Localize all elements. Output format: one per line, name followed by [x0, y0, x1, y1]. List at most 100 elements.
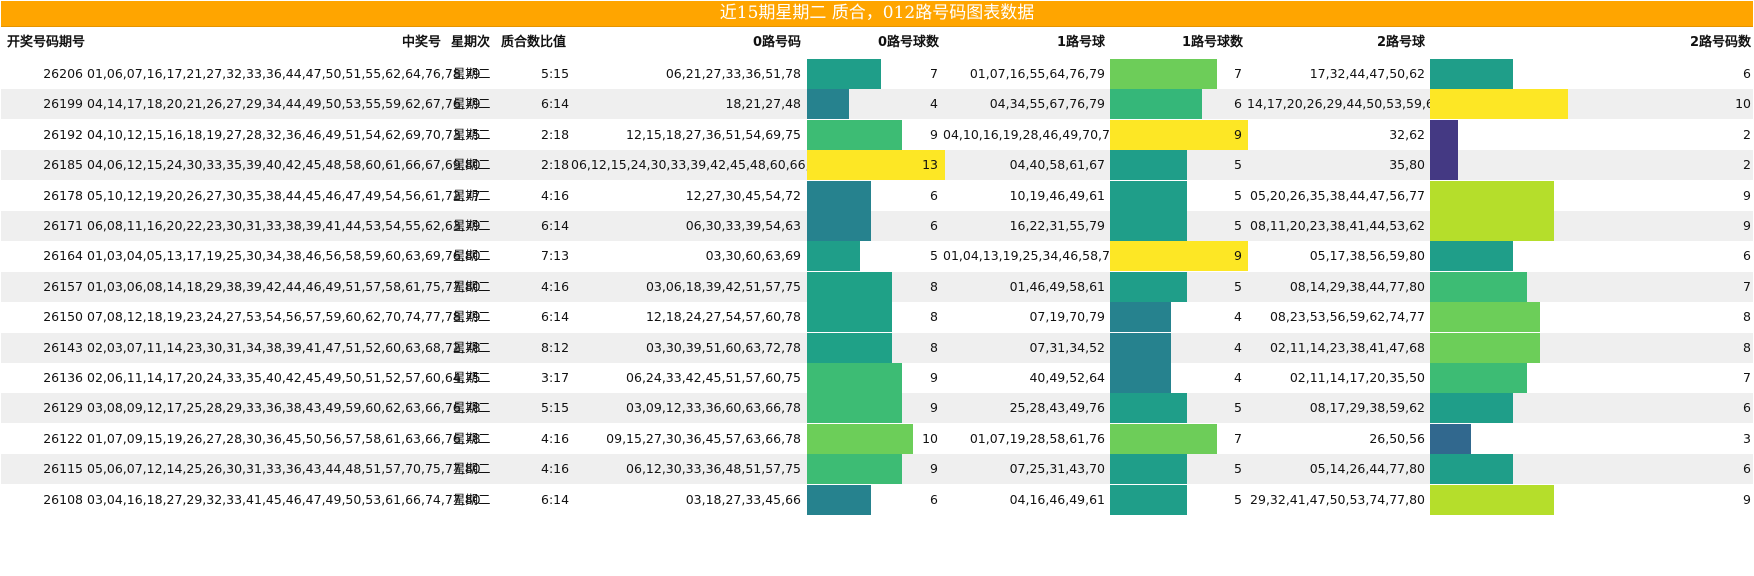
period-cell: 26136: [43, 370, 83, 385]
road2-numbers-cell: 02,11,14,23,38,41,47,68: [1269, 339, 1425, 355]
road1-numbers-cell: 07,25,31,43,70: [1009, 461, 1105, 477]
road2-count-value: 8: [1743, 339, 1751, 355]
table-row: 26192 04,10,12,15,16,18,19,27,28,32,36,46…: [1, 119, 1753, 150]
weekday-cell: 星期二: [453, 187, 491, 203]
road1-count-value: 9: [1234, 248, 1242, 264]
road0-count-value: 8: [930, 309, 938, 325]
weekday-cell: 星期二: [453, 491, 491, 507]
road2-numbers-cell: 05,20,26,35,38,44,47,56,77: [1250, 187, 1425, 203]
road0-numbers-cell: 03,06,18,39,42,51,57,75: [645, 278, 801, 294]
road0-count-value: 4: [930, 96, 938, 112]
road2-numbers-cell: 02,11,14,17,20,35,50: [1289, 370, 1425, 385]
road2-numbers-cell: 26,50,56: [1369, 430, 1425, 446]
weekday-cell: 星期二: [453, 339, 491, 355]
road1-numbers-cell: 04,16,46,49,61: [1009, 491, 1105, 507]
road0-numbers-cell: 18,21,27,48: [725, 96, 801, 112]
table-row: 26150 07,08,12,18,19,23,24,27,53,54,56,57…: [1, 302, 1753, 333]
road0-numbers-cell: 06,30,33,39,54,63: [685, 218, 801, 233]
road0-count-value: 6: [930, 187, 938, 203]
road1-numbers-cell: 01,46,49,58,61: [1009, 278, 1105, 294]
weekday-cell: 星期二: [453, 430, 491, 446]
road2-count-value: 9: [1743, 187, 1751, 203]
header-road1-count: 1路号球数: [1181, 35, 1243, 50]
ratio-cell: 2:18: [541, 126, 570, 142]
road0-numbers-cell: 12,27,30,45,54,72: [685, 187, 801, 203]
road1-numbers-cell: 10,19,46,49,61: [1009, 187, 1105, 203]
period-cell: 26150: [43, 309, 83, 325]
road2-count-value: 6: [1743, 400, 1751, 416]
header-ratio: 质合数比值: [501, 35, 567, 50]
numbers-cell: 06,08,11,16,20,22,23,30,31,33,38,39,41,4…: [87, 218, 481, 233]
road2-count-value: 9: [1743, 491, 1751, 507]
road1-numbers-cell: 01,04,13,19,25,34,46,58,76: [943, 248, 1118, 264]
numbers-cell: 03,04,16,18,27,29,32,33,41,45,46,47,49,5…: [87, 491, 481, 507]
numbers-cell: 04,14,17,18,20,21,26,27,29,34,44,49,50,5…: [87, 96, 481, 112]
ratio-cell: 4:16: [541, 187, 570, 203]
ratio-cell: 3:17: [541, 370, 570, 385]
weekday-cell: 星期二: [453, 126, 491, 142]
ratio-cell: 5:15: [541, 400, 570, 416]
road2-count-value: 9: [1743, 218, 1751, 233]
road1-count-value: 5: [1234, 157, 1242, 173]
road0-count-value: 5: [930, 248, 938, 264]
ratio-cell: 4:16: [541, 278, 570, 294]
period-cell: 26115: [43, 461, 83, 477]
road0-numbers-cell: 06,21,27,33,36,51,78: [665, 66, 801, 81]
header-road0-count: 0路号球数: [877, 35, 939, 50]
period-cell: 26199: [43, 96, 83, 112]
road1-count-value: 4: [1234, 370, 1242, 385]
table-row: 26185 04,06,12,15,24,30,33,35,39,40,42,45…: [1, 150, 1753, 181]
chart-table-window: 近15期星期二 质合，012路号码图表数据 开奖号码期号 中奖号 星期次 质合数…: [1, 1, 1753, 515]
table-row: 26199 04,14,17,18,20,21,26,27,29,34,44,49…: [1, 89, 1753, 120]
road1-numbers-cell: 40,49,52,64: [1029, 370, 1105, 385]
road0-numbers-cell: 06,12,15,24,30,33,39,42,45,48,60,66,69: [571, 157, 826, 173]
weekday-cell: 星期二: [453, 66, 491, 81]
road0-numbers-cell: 09,15,27,30,36,45,57,63,66,78: [606, 430, 801, 446]
road1-numbers-cell: 04,10,16,19,28,46,49,70,73: [943, 126, 1118, 142]
road0-numbers-cell: 03,18,27,33,45,66: [685, 491, 801, 507]
ratio-cell: 4:16: [541, 430, 570, 446]
period-cell: 26185: [43, 157, 83, 173]
road0-numbers-cell: 03,09,12,33,36,60,63,66,78: [626, 400, 801, 416]
road1-numbers-cell: 01,07,16,55,64,76,79: [969, 66, 1105, 81]
road2-count-value: 10: [1735, 96, 1751, 112]
weekday-cell: 星期二: [453, 157, 491, 173]
table-row: 26171 06,08,11,16,20,22,23,30,31,33,38,39…: [1, 211, 1753, 241]
period-cell: 26108: [43, 491, 83, 507]
road1-count-value: 7: [1234, 66, 1242, 81]
table-row: 26129 03,08,09,12,17,25,28,29,33,36,38,43…: [1, 393, 1753, 424]
table-row: 26178 05,10,12,19,20,26,27,30,35,38,44,45…: [1, 180, 1753, 211]
header-period: 开奖号码期号: [7, 35, 86, 50]
road1-count-value: 4: [1234, 339, 1242, 355]
header-road2-count: 2路号码数: [1689, 35, 1751, 50]
road0-numbers-cell: 12,15,18,27,36,51,54,69,75: [626, 126, 801, 142]
period-cell: 26157: [43, 278, 83, 294]
period-cell: 26171: [43, 218, 83, 233]
ratio-cell: 8:12: [541, 339, 570, 355]
header-road0: 0路号码: [752, 35, 801, 50]
road0-numbers-cell: 03,30,60,63,69: [705, 248, 801, 264]
road1-numbers-cell: 01,07,19,28,58,61,76: [969, 430, 1105, 446]
road2-numbers-cell: 08,23,53,56,59,62,74,77: [1269, 309, 1425, 325]
table-row: 26136 02,06,11,14,17,20,24,33,35,40,42,45…: [1, 363, 1753, 393]
road0-numbers-cell: 12,18,24,27,54,57,60,78: [645, 309, 801, 325]
road0-count-value: 10: [922, 430, 938, 446]
road2-count-value: 6: [1743, 461, 1751, 477]
road2-numbers-cell: 17,32,44,47,50,62: [1309, 66, 1425, 81]
numbers-cell: 01,03,06,08,14,18,29,38,39,42,44,46,49,5…: [87, 278, 481, 294]
numbers-cell: 05,06,07,12,14,25,26,30,31,33,36,43,44,4…: [87, 461, 481, 477]
ratio-cell: 2:18: [541, 157, 570, 173]
numbers-cell: 02,06,11,14,17,20,24,33,35,40,42,45,49,5…: [87, 370, 481, 385]
road1-count-value: 5: [1234, 491, 1242, 507]
road1-count-value: 5: [1234, 400, 1242, 416]
road0-count-value: 8: [930, 278, 938, 294]
road0-numbers-cell: 06,12,30,33,36,48,51,57,75: [626, 461, 801, 477]
road1-count-value: 6: [1234, 96, 1242, 112]
ratio-cell: 6:14: [541, 491, 570, 507]
ratio-cell: 7:13: [541, 248, 570, 264]
road1-count-value: 5: [1234, 187, 1242, 203]
header-weekday: 星期次: [451, 35, 491, 50]
road0-count-value: 6: [930, 218, 938, 233]
road2-count-value: 2: [1743, 126, 1751, 142]
period-cell: 26206: [43, 66, 83, 81]
